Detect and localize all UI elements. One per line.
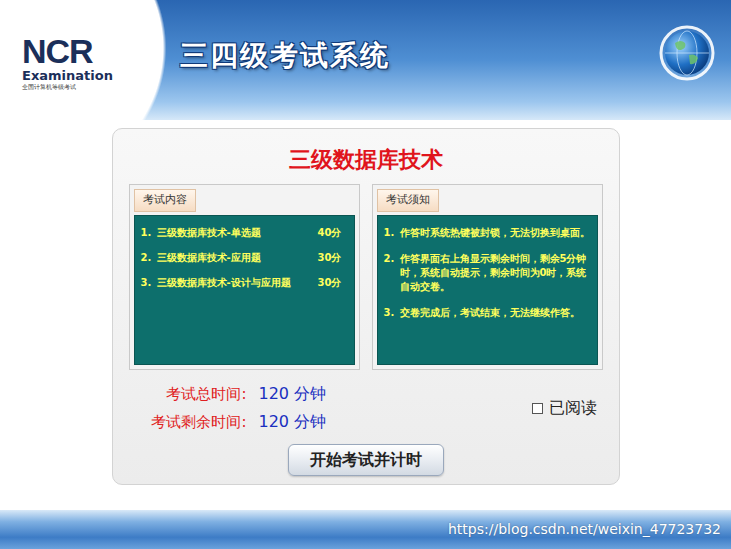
time-section: 考试总时间:120 分钟考试剩余时间:120 分钟已阅读 xyxy=(129,382,603,434)
watermark: https://blog.csdn.net/weixin_47723732 xyxy=(448,519,721,540)
item-score: 40分 xyxy=(318,226,342,240)
exam-title: 三级数据库技术 xyxy=(129,143,603,176)
item-number: 2. xyxy=(141,251,157,265)
notice-item: 1.作答时系统热键被封锁，无法切换到桌面。 xyxy=(384,226,591,240)
notice-text: 作答时系统热键被封锁，无法切换到桌面。 xyxy=(400,226,591,240)
item-number: 1. xyxy=(384,226,400,240)
main-area: 三级数据库技术考试内容1.三级数据库技术-单选题40分2.三级数据库技术-应用题… xyxy=(0,120,731,510)
item-number: 1. xyxy=(141,226,157,240)
logo-mark: NCR xyxy=(22,34,160,68)
start-exam-button[interactable]: 开始考试并计时 xyxy=(288,444,444,476)
item-score: 30分 xyxy=(318,276,342,290)
notice-text: 作答界面右上角显示剩余时间，剩余5分钟时，系统自动提示，剩余时间为0时，系统自动… xyxy=(400,252,591,294)
content-item: 3.三级数据库技术-设计与应用题 30分 xyxy=(141,276,348,290)
item-number: 3. xyxy=(141,276,157,290)
logo-subtitle: Examination xyxy=(22,69,160,82)
read-checkbox[interactable] xyxy=(532,403,543,414)
footer-band: https://blog.csdn.net/weixin_47723732 xyxy=(0,510,731,549)
content-tab: 考试内容 xyxy=(134,189,196,212)
time-row: 考试剩余时间: 120 分钟 xyxy=(129,410,327,434)
notice-item: 2.作答界面右上角显示剩余时间，剩余5分钟时，系统自动提示，剩余时间为0时，系统… xyxy=(384,252,591,294)
notice-text: 交卷完成后，考试结束，无法继续作答。 xyxy=(400,306,591,320)
item-score: 30分 xyxy=(318,251,342,265)
system-title: 三四级考试系统 xyxy=(180,35,390,85)
time-list: 考试总时间: 120 分钟考试剩余时间: 120 分钟 xyxy=(129,382,327,434)
content-box: 考试内容1.三级数据库技术-单选题40分2.三级数据库技术-应用题30分3.三级… xyxy=(129,184,360,370)
logo-caption: 全国计算机等级考试 xyxy=(22,84,160,90)
read-checkbox-row[interactable]: 已阅读 xyxy=(532,396,597,420)
item-number: 3. xyxy=(384,306,400,320)
content-list: 1.三级数据库技术-单选题40分2.三级数据库技术-应用题30分3.三级数据库技… xyxy=(134,215,355,366)
header-banner: NCRExamination 全国计算机等级考试 三四级考试系统 xyxy=(0,0,731,120)
item-name: 三级数据库技术-设计与应用题 xyxy=(157,276,310,290)
ncr-logo: NCRExamination 全国计算机等级考试 xyxy=(0,30,160,90)
notice-tab: 考试须知 xyxy=(377,189,439,212)
read-label[interactable]: 已阅读 xyxy=(549,396,597,420)
notice-box: 考试须知1.作答时系统热键被封锁，无法切换到桌面。2.作答界面右上角显示剩余时间… xyxy=(372,184,603,370)
content-item: 2.三级数据库技术-应用题 30分 xyxy=(141,251,348,265)
item-name: 三级数据库技术-单选题 xyxy=(157,226,310,240)
notice-item: 3.交卷完成后，考试结束，无法继续作答。 xyxy=(384,306,591,320)
time-label: 考试总时间: xyxy=(129,383,247,406)
globe-icon xyxy=(659,25,715,81)
time-value: 120 分钟 xyxy=(259,382,327,406)
item-name: 三级数据库技术-应用题 xyxy=(157,251,310,265)
content-item: 1.三级数据库技术-单选题 40分 xyxy=(141,226,348,240)
button-row: 开始考试并计时 xyxy=(129,444,603,476)
notice-list: 1.作答时系统热键被封锁，无法切换到桌面。2.作答界面右上角显示剩余时间，剩余5… xyxy=(377,215,598,366)
time-label: 考试剩余时间: xyxy=(129,411,247,434)
time-value: 120 分钟 xyxy=(259,410,327,434)
info-boxes: 考试内容1.三级数据库技术-单选题40分2.三级数据库技术-应用题30分3.三级… xyxy=(129,184,603,370)
time-row: 考试总时间: 120 分钟 xyxy=(129,382,327,406)
exam-panel: 三级数据库技术考试内容1.三级数据库技术-单选题40分2.三级数据库技术-应用题… xyxy=(112,128,620,485)
item-number: 2. xyxy=(384,252,400,294)
